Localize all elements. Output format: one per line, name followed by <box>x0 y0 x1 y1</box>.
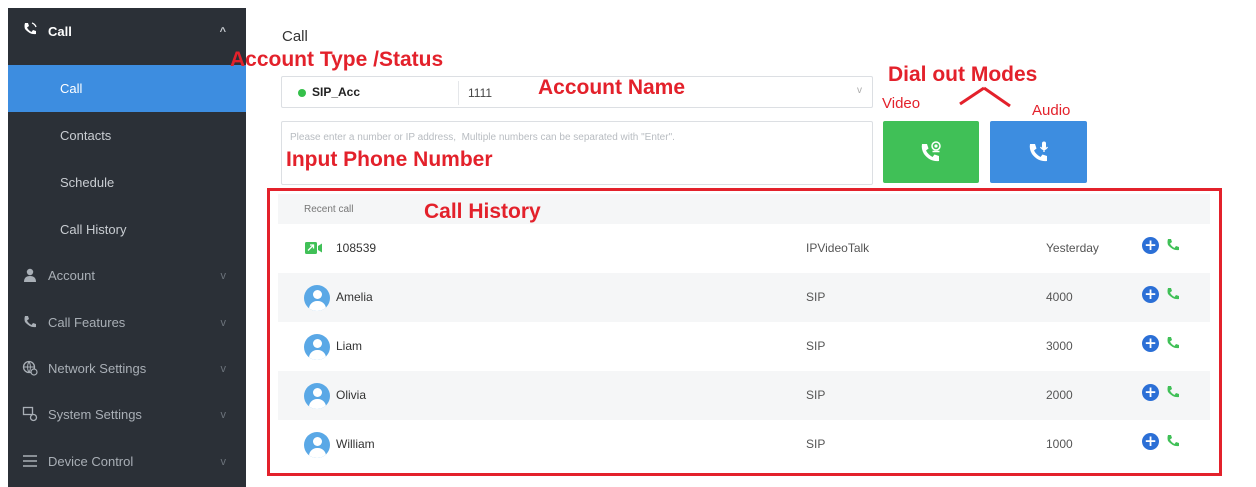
add-contact-icon[interactable]: + <box>1142 384 1159 401</box>
sidebar-item-label: Call <box>60 81 83 96</box>
table-row[interactable]: Liam SIP 3000 + <box>278 322 1210 371</box>
user-icon <box>24 268 36 282</box>
annotation-account-type-status: Account Type /Status <box>230 48 444 71</box>
sidebar-section-call-features[interactable]: Call Features v <box>8 299 246 346</box>
page-title: Call <box>282 28 308 45</box>
sidebar-section-network-settings[interactable]: Network Settings v <box>8 345 246 392</box>
history-header: Recent call <box>278 194 1210 224</box>
call-detail: 4000 <box>1046 290 1073 304</box>
annotation-account-name: Account Name <box>538 76 686 99</box>
contact-name: 108539 <box>336 241 377 255</box>
annotation-dial-out-modes: Dial out Modes <box>888 63 1038 86</box>
video-call-record-icon <box>305 242 322 254</box>
sidebar-item-label: Contacts <box>60 128 112 143</box>
contact-name: Amelia <box>336 290 373 304</box>
account-status-dot <box>298 89 306 97</box>
contact-name: William <box>336 437 375 451</box>
video-call-icon <box>921 141 941 162</box>
add-contact-icon[interactable]: + <box>1142 237 1159 254</box>
call-detail: 2000 <box>1046 388 1073 402</box>
call-protocol: SIP <box>806 339 826 353</box>
call-video-icon <box>24 22 37 35</box>
avatar <box>304 334 330 360</box>
add-contact-icon[interactable]: + <box>1142 286 1159 303</box>
call-back-icon[interactable] <box>1165 433 1181 449</box>
annotation-call-history: Call History <box>424 200 541 223</box>
call-back-icon[interactable] <box>1165 335 1181 351</box>
sidebar-section-label: System Settings <box>48 407 142 422</box>
annotation-input-phone-number: Input Phone Number <box>286 148 493 171</box>
sidebar-section-account[interactable]: Account v <box>8 252 246 299</box>
sidebar-item-call[interactable]: Call <box>8 65 246 112</box>
call-protocol: IPVideoTalk <box>806 241 870 255</box>
call-protocol: SIP <box>806 290 826 304</box>
call-history-panel: Recent call 108539 IPVideoTalk Yesterday… <box>267 188 1222 476</box>
sidebar-item-call-history[interactable]: Call History <box>8 206 246 253</box>
table-row[interactable]: Olivia SIP 2000 + <box>278 371 1210 420</box>
call-protocol: SIP <box>806 388 826 402</box>
audio-call-button[interactable] <box>990 121 1087 183</box>
table-row[interactable]: William SIP 1000 + <box>278 420 1210 469</box>
divider <box>458 81 459 105</box>
call-detail: Yesterday <box>1046 241 1099 255</box>
sidebar-section-label: Account <box>48 268 95 283</box>
list-icon <box>23 455 37 467</box>
add-contact-icon[interactable]: + <box>1142 335 1159 352</box>
add-contact-icon[interactable]: + <box>1142 433 1159 450</box>
sidebar-section-label: Device Control <box>48 454 134 469</box>
video-call-button[interactable] <box>883 121 979 183</box>
call-back-icon[interactable] <box>1165 237 1181 253</box>
sidebar: Call ^ Call Contacts Schedule Call Histo… <box>8 8 246 487</box>
call-back-icon[interactable] <box>1165 286 1181 302</box>
sidebar-section-label: Network Settings <box>48 361 147 376</box>
chevron-down-icon: v <box>220 316 227 329</box>
avatar <box>304 285 330 311</box>
dial-mode-arrows <box>959 86 1011 108</box>
history-header-label: Recent call <box>304 204 354 215</box>
sidebar-section-call[interactable]: Call ^ <box>8 8 246 55</box>
chevron-down-icon: v <box>857 85 862 96</box>
call-detail: 3000 <box>1046 339 1073 353</box>
chevron-down-icon: v <box>220 408 227 421</box>
account-number: 1111 <box>468 86 493 100</box>
network-icon <box>22 360 38 376</box>
sidebar-item-contacts[interactable]: Contacts <box>8 112 246 159</box>
chevron-down-icon: v <box>220 269 227 282</box>
call-detail: 1000 <box>1046 437 1073 451</box>
annotation-audio: Audio <box>1032 102 1071 119</box>
contact-name: Olivia <box>336 388 367 402</box>
main-panel: Call SIP_Acc 1111 v Recent call <box>258 8 1256 487</box>
chevron-up-icon: ^ <box>219 25 226 38</box>
avatar <box>304 383 330 409</box>
contact-name: Liam <box>336 339 363 353</box>
sidebar-item-schedule[interactable]: Schedule <box>8 159 246 206</box>
system-icon <box>22 406 38 422</box>
call-protocol: SIP <box>806 437 826 451</box>
table-row[interactable]: Amelia SIP 4000 + <box>278 273 1210 322</box>
account-type: SIP_Acc <box>312 85 361 99</box>
phone-icon <box>24 316 36 328</box>
audio-call-icon <box>1029 141 1048 162</box>
sidebar-section-system-settings[interactable]: System Settings v <box>8 391 246 438</box>
avatar <box>304 432 330 458</box>
chevron-down-icon: v <box>220 455 227 468</box>
sidebar-item-label: Call History <box>60 222 127 237</box>
annotation-video: Video <box>882 95 921 112</box>
sidebar-item-label: Schedule <box>60 175 115 190</box>
table-row[interactable]: 108539 IPVideoTalk Yesterday + <box>278 224 1210 273</box>
sidebar-section-label: Call <box>48 24 72 39</box>
sidebar-section-label: Call Features <box>48 315 126 330</box>
call-back-icon[interactable] <box>1165 384 1181 400</box>
chevron-down-icon: v <box>220 362 227 375</box>
sidebar-section-device-control[interactable]: Device Control v <box>8 438 246 485</box>
